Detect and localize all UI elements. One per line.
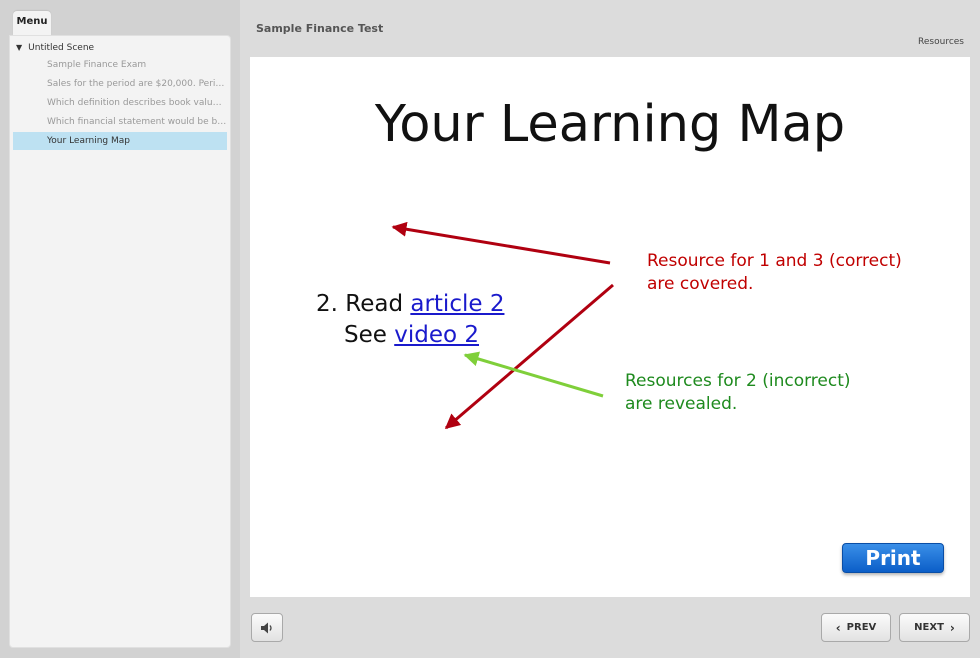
speaker-icon — [261, 622, 272, 633]
next-button[interactable]: NEXT › — [899, 613, 970, 642]
incorrect-resources-note: Resources for 2 (incorrect) are revealed… — [625, 370, 851, 416]
menu-panel: ▼ Untitled Scene Sample Finance Exam Sale… — [9, 35, 231, 648]
menu-sidebar: Menu ▼ Untitled Scene Sample Finance Exam… — [0, 0, 240, 658]
correct-note-line-2: are covered. — [647, 274, 754, 294]
volume-button[interactable] — [251, 613, 283, 642]
incorrect-note-line-1: Resources for 2 (incorrect) — [625, 371, 851, 391]
menu-item-financial-statement-question[interactable]: Which financial statement would be bes..… — [13, 113, 227, 131]
slide-canvas: Your Learning Map 2. Read article 2 See … — [250, 57, 970, 597]
chevron-right-icon: › — [949, 620, 955, 635]
menu-item-your-learning-map[interactable]: Your Learning Map — [13, 132, 227, 150]
correct-note-line-1: Resource for 1 and 3 (correct) — [647, 251, 902, 271]
course-title: Sample Finance Test — [256, 22, 384, 35]
menu-item-sales-question[interactable]: Sales for the period are $20,000. Period… — [13, 75, 227, 93]
incorrect-note-line-2: are revealed. — [625, 394, 738, 414]
menu-item-sample-finance-exam[interactable]: Sample Finance Exam — [13, 56, 227, 74]
next-label: NEXT — [914, 622, 944, 633]
menu-tab[interactable]: Menu — [13, 11, 51, 36]
main-area: Sample Finance Test Resources Your Learn… — [240, 0, 980, 658]
chevron-left-icon: ‹ — [835, 620, 841, 635]
print-button[interactable]: Print — [842, 543, 944, 573]
menu-item-book-value-question[interactable]: Which definition describes book value o.… — [13, 94, 227, 112]
green-arrow — [463, 351, 604, 398]
red-arrow-upper — [391, 221, 611, 265]
scene-node[interactable]: ▼ Untitled Scene — [16, 40, 94, 56]
expand-triangle-icon[interactable]: ▼ — [16, 43, 22, 52]
correct-resources-note: Resource for 1 and 3 (correct) are cover… — [647, 250, 902, 296]
prev-button[interactable]: ‹ PREV — [821, 613, 891, 642]
prev-label: PREV — [846, 622, 877, 633]
scene-label: Untitled Scene — [28, 43, 95, 53]
annotation-arrows — [391, 221, 614, 430]
resources-link[interactable]: Resources — [918, 37, 964, 47]
